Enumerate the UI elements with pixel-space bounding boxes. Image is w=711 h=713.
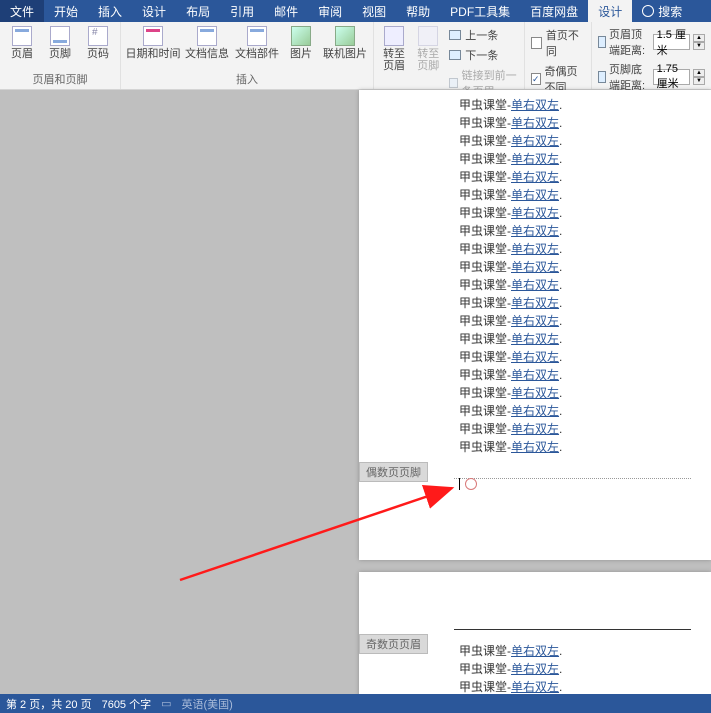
even-footer-tag: 偶数页页脚 (359, 462, 428, 482)
docinfo-button[interactable]: 文档信息 (183, 24, 231, 60)
datetime-button[interactable]: 日期和时间 (125, 24, 181, 60)
text-line: 甲虫课堂-单右双左. (459, 186, 711, 204)
header-distance-row: 页眉顶端距离: 1.5 厘米 ▲▼ (596, 25, 707, 59)
header-icon (12, 26, 32, 46)
next-button[interactable]: 下一条 (446, 46, 520, 64)
text-line: 甲虫课堂-单右双左. (459, 150, 711, 168)
spinner[interactable]: ▲▼ (693, 69, 705, 85)
text-line: 甲虫课堂-单右双左. (459, 276, 711, 294)
text-line: 甲虫课堂-单右双左. (459, 384, 711, 402)
tab-insert[interactable]: 插入 (88, 0, 132, 22)
tab-help[interactable]: 帮助 (396, 0, 440, 22)
tab-pdf-tools[interactable]: PDF工具集 (440, 0, 520, 22)
text-line: 甲虫课堂-单右双左. (459, 330, 711, 348)
status-words[interactable]: 7605 个字 (102, 696, 152, 712)
group-position: 页眉顶端距离: 1.5 厘米 ▲▼ 页脚底端距离: 1.75 厘米 ▲▼ 插入对… (592, 22, 711, 89)
text-line: 甲虫课堂-单右双左. (459, 258, 711, 276)
body-text: 甲虫课堂-单右双左.甲虫课堂-单右双左.甲虫课堂-单右双左. (459, 642, 562, 696)
tab-view[interactable]: 视图 (352, 0, 396, 22)
header-distance-input[interactable]: 1.5 厘米 (653, 34, 690, 50)
docparts-button[interactable]: 文档部件 (233, 24, 281, 60)
tab-home[interactable]: 开始 (44, 0, 88, 22)
text-line: 甲虫课堂-单右双左. (459, 312, 711, 330)
text-line: 甲虫课堂-单右双左. (459, 438, 711, 456)
footer-distance-row: 页脚底端距离: 1.75 厘米 ▲▼ (596, 60, 707, 94)
picture-icon (291, 26, 311, 46)
text-cursor (459, 478, 477, 492)
group-navigation: 转至页眉 转至页脚 上一条 下一条 链接到前一条页眉 (374, 22, 525, 89)
page-odd: 奇数页页眉 甲虫课堂-单右双左.甲虫课堂-单右双左.甲虫课堂-单右双左. (359, 572, 711, 712)
header-button[interactable]: 页眉 (4, 24, 40, 60)
group-options: 首页不同 ✓ 奇偶页不同 ✓ 显示文档文字 选项 (525, 22, 592, 89)
tab-design[interactable]: 设计 (132, 0, 176, 22)
text-line: 甲虫课堂-单右双左. (459, 294, 711, 312)
ruler-icon (598, 71, 606, 83)
status-language[interactable]: 英语(美国) (182, 696, 233, 712)
pagenum-icon (88, 26, 108, 46)
group-label: 页眉和页脚 (4, 70, 116, 89)
status-bar: 第 2 页，共 20 页 7605 个字 ▭ 英语(美国) (0, 694, 711, 713)
status-lang-icon: ▭ (161, 697, 171, 710)
text-line: 甲虫课堂-单右双左. (459, 204, 711, 222)
ruler-icon (598, 36, 606, 48)
group-header-footer: 页眉 页脚 页码 页眉和页脚 (0, 22, 121, 89)
previous-button[interactable]: 上一条 (446, 26, 520, 44)
goto-footer-button[interactable]: 转至页脚 (412, 24, 444, 72)
odd-header-tag: 奇数页页眉 (359, 634, 428, 654)
tab-hf-design[interactable]: 设计 (588, 0, 632, 22)
text-line: 甲虫课堂-单右双左. (459, 168, 711, 186)
goto-header-icon (384, 26, 404, 46)
text-line: 甲虫课堂-单右双左. (459, 114, 711, 132)
page-number-button[interactable]: 页码 (80, 24, 116, 60)
odd-header-area[interactable] (454, 612, 691, 630)
lightbulb-icon (642, 5, 654, 17)
group-insert: 日期和时间 文档信息 文档部件 图片 联机图片 插入 (121, 22, 374, 89)
goto-header-button[interactable]: 转至页眉 (378, 24, 410, 72)
even-footer-area[interactable] (454, 478, 691, 498)
ribbon: 页眉 页脚 页码 页眉和页脚 日期和时间 文档信息 (0, 22, 711, 90)
text-line: 甲虫课堂-单右双左. (459, 240, 711, 258)
search-label: 搜索 (658, 3, 682, 20)
calendar-icon (143, 26, 163, 46)
link-icon (449, 78, 457, 88)
tab-references[interactable]: 引用 (220, 0, 264, 22)
tab-review[interactable]: 审阅 (308, 0, 352, 22)
menu-tabs: 文件 开始 插入 设计 布局 引用 邮件 审阅 视图 帮助 PDF工具集 百度网… (0, 0, 711, 22)
text-line: 甲虫课堂-单右双左. (459, 642, 562, 660)
prev-icon (449, 30, 461, 40)
status-page[interactable]: 第 2 页，共 20 页 (6, 696, 92, 712)
online-picture-button[interactable]: 联机图片 (321, 24, 369, 60)
footer-distance-input[interactable]: 1.75 厘米 (653, 69, 690, 85)
tab-layout[interactable]: 布局 (176, 0, 220, 22)
online-picture-icon (335, 26, 355, 46)
group-label: 插入 (125, 70, 369, 89)
checkbox-icon: ✓ (531, 73, 541, 85)
goto-footer-icon (418, 26, 438, 46)
checkbox-icon (531, 37, 542, 49)
page-even: 甲虫课堂-单右双左.甲虫课堂-单右双左.甲虫课堂-单右双左.甲虫课堂-单右双左.… (359, 90, 711, 560)
picture-button[interactable]: 图片 (283, 24, 319, 60)
document-area[interactable]: 甲虫课堂-单右双左.甲虫课堂-单右双左.甲虫课堂-单右双左.甲虫课堂-单右双左.… (0, 90, 711, 694)
first-page-different-checkbox[interactable]: 首页不同 (529, 26, 587, 60)
text-line: 甲虫课堂-单右双左. (459, 420, 711, 438)
tab-mailings[interactable]: 邮件 (264, 0, 308, 22)
text-line: 甲虫课堂-单右双左. (459, 402, 711, 420)
tab-baidu[interactable]: 百度网盘 (520, 0, 588, 22)
footer-button[interactable]: 页脚 (42, 24, 78, 60)
search-box[interactable]: 搜索 (632, 0, 692, 22)
docparts-icon (247, 26, 267, 46)
text-line: 甲虫课堂-单右双左. (459, 660, 562, 678)
docinfo-icon (197, 26, 217, 46)
text-line: 甲虫课堂-单右双左. (459, 96, 711, 114)
next-icon (449, 50, 461, 60)
body-text: 甲虫课堂-单右双左.甲虫课堂-单右双左.甲虫课堂-单右双左.甲虫课堂-单右双左.… (359, 90, 711, 456)
text-line: 甲虫课堂-单右双左. (459, 132, 711, 150)
spinner[interactable]: ▲▼ (693, 34, 705, 50)
text-line: 甲虫课堂-单右双左. (459, 222, 711, 240)
text-line: 甲虫课堂-单右双左. (459, 366, 711, 384)
footer-icon (50, 26, 70, 46)
text-line: 甲虫课堂-单右双左. (459, 348, 711, 366)
tab-file[interactable]: 文件 (0, 0, 44, 22)
